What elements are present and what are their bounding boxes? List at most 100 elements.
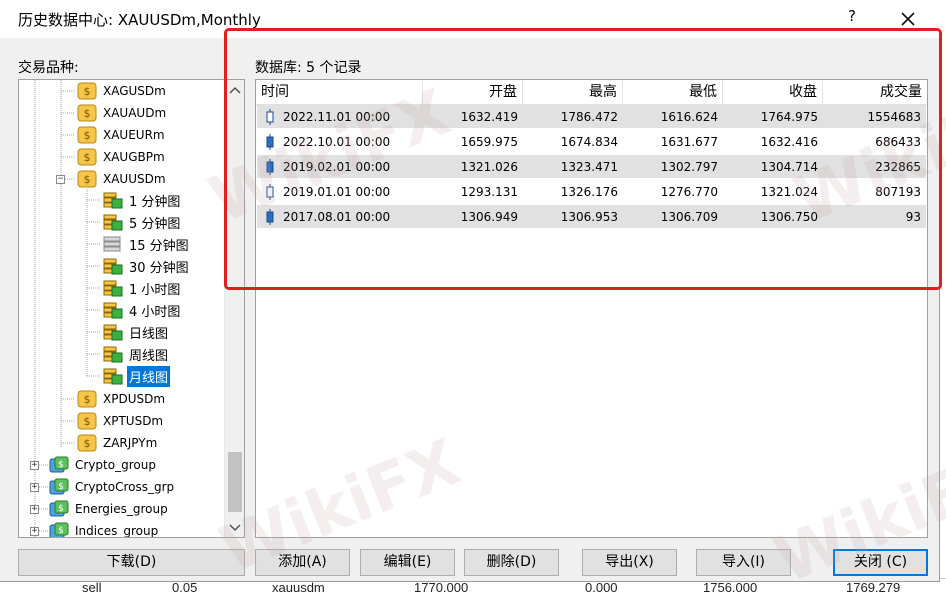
svg-text:$: $ [84,437,91,450]
svg-text:$: $ [58,504,64,514]
cell-time: 2017.08.01 00:00 [283,210,391,224]
history-data-table[interactable]: 时间 开盘 最高 最低 收盘 成交量 2022.11.01 00:00 1632… [255,79,928,538]
svg-text:$: $ [58,460,64,470]
tree-item-label: Crypto_group [75,458,156,472]
cell-time: 2022.10.01 00:00 [283,135,391,149]
cell-close: 1306.750 [760,210,818,224]
column-header-close[interactable]: 收盘 [723,80,823,105]
expand-icon[interactable]: + [30,527,39,536]
expand-icon[interactable]: + [30,461,39,470]
column-header-open[interactable]: 开盘 [423,80,523,105]
export-button[interactable]: 导出(X) [582,549,677,576]
column-header-time[interactable]: 时间 [256,80,423,105]
folder-group-icon: $ [49,500,69,518]
history-center-dialog: 历史数据中心: XAUUSDm,Monthly ? 交易品种: 数据库: 5 个… [0,0,946,597]
tree-item-timeframe[interactable]: 5 分钟图 [103,212,182,232]
database-icon [103,345,123,363]
database-icon [103,257,123,275]
database-icon [103,301,123,319]
tree-item-symbol[interactable]: $ XPDUSDm [77,389,167,409]
cell-high: 1323.471 [560,160,618,174]
table-row[interactable]: 2019.02.01 00:00 1321.026 1323.471 1302.… [257,155,926,179]
cell-high: 1326.176 [560,185,618,199]
tree-item-symbol[interactable]: $ XAGUSDm [77,81,168,101]
tree-item-label: XAUUSDm [103,172,166,186]
tree-item-label: 1 小时图 [129,282,181,298]
cell-close: 1304.714 [760,160,818,174]
database-icon [103,191,123,209]
table-row[interactable]: 2022.10.01 00:00 1659.975 1674.834 1631.… [257,130,926,154]
tree-item-timeframe[interactable]: 4 小时图 [103,300,182,320]
tree-item-timeframe[interactable]: 日线图 [103,322,170,342]
tree-item-symbol[interactable]: $ XPTUSDm [77,411,165,431]
tree-item-timeframe[interactable]: 1 分钟图 [103,190,182,210]
column-header-low[interactable]: 最低 [623,80,723,105]
cell-low: 1616.624 [660,110,718,124]
expand-icon[interactable]: + [30,483,39,492]
svg-text:$: $ [84,393,91,406]
tree-scrollbar[interactable] [224,80,244,537]
table-row[interactable]: 2019.01.01 00:00 1293.131 1326.176 1276.… [257,180,926,204]
tree-item-timeframe[interactable]: 30 分钟图 [103,256,191,276]
tree-item-label: Energies_group [75,502,168,516]
tree-item-symbol[interactable]: $ XAUGBPm [77,147,167,167]
cell-high: 1674.834 [560,135,618,149]
cell-close: 1764.975 [760,110,818,124]
tree-item-group[interactable]: $ Indices_group [49,521,160,538]
cell-time: 2019.01.01 00:00 [283,185,391,199]
scroll-down-icon[interactable] [225,517,244,537]
tree-item-label: 1 分钟图 [129,194,181,210]
add-button[interactable]: 添加(A) [255,549,350,576]
edit-button[interactable]: 编辑(E) [360,549,455,576]
tree-item-timeframe-selected[interactable]: 月线图 [103,365,171,387]
tree-item-symbol[interactable]: $ XAUEURm [77,125,167,145]
svg-text:$: $ [58,526,64,536]
tree-item-symbol[interactable]: $ ZARJPYm [77,433,159,453]
tree-item-symbol-expanded[interactable]: $ XAUUSDm [77,169,168,189]
tree-item-timeframe[interactable]: 周线图 [103,344,170,364]
tree-item-group[interactable]: $ Crypto_group [49,455,158,475]
tree-item-group[interactable]: $ Energies_group [49,499,170,519]
dollar-coin-icon: $ [77,126,97,144]
tree-item-label: Indices_group [75,524,159,538]
folder-group-icon: $ [49,478,69,496]
close-icon[interactable] [895,6,921,32]
table-row[interactable]: 2022.11.01 00:00 1632.419 1786.472 1616.… [257,105,926,129]
column-header-high[interactable]: 最高 [523,80,623,105]
import-button[interactable]: 导入(I) [696,549,791,576]
svg-text:$: $ [58,482,64,492]
folder-group-icon: $ [49,456,69,474]
close-button[interactable]: 关闭 (C) [833,549,928,576]
tree-item-timeframe[interactable]: 15 分钟图 [103,234,191,254]
tree-item-label: ZARJPYm [103,436,158,450]
tree-item-label: XPDUSDm [103,392,166,406]
title-bar: 历史数据中心: XAUUSDm,Monthly ? [0,0,940,38]
scroll-thumb[interactable] [228,452,242,512]
download-button[interactable]: 下载(D) [18,549,245,576]
expand-icon[interactable]: + [30,505,39,514]
svg-text:$: $ [84,107,91,120]
svg-text:$: $ [84,129,91,142]
cell-close: 1632.416 [760,135,818,149]
help-button[interactable]: ? [842,7,862,31]
tree-item-timeframe[interactable]: 1 小时图 [103,278,182,298]
collapse-icon[interactable]: − [56,175,65,184]
delete-button[interactable]: 删除(D) [464,549,559,576]
scroll-up-icon[interactable] [225,80,244,100]
symbol-tree[interactable]: $ XAGUSDm $ XAUAUDm $ XAUEURm $ XAUGBPm … [18,79,245,538]
dollar-coin-icon: $ [77,82,97,100]
tree-item-label: 5 分钟图 [129,216,181,232]
tree-item-symbol[interactable]: $ XAUAUDm [77,103,168,123]
cell-volume: 807193 [875,185,921,199]
cell-open: 1306.949 [460,210,518,224]
bg-cell: 0.000 [585,580,618,595]
dollar-coin-icon: $ [77,434,97,452]
table-row[interactable]: 2017.08.01 00:00 1306.949 1306.953 1306.… [257,205,926,229]
cell-open: 1293.131 [460,185,518,199]
cell-low: 1302.797 [660,160,718,174]
dollar-coin-icon: $ [77,390,97,408]
tree-item-label: XAUEURm [103,128,165,142]
tree-item-group[interactable]: $ CryptoCross_grp [49,477,176,497]
column-header-volume[interactable]: 成交量 [823,80,927,105]
svg-text:$: $ [84,85,91,98]
